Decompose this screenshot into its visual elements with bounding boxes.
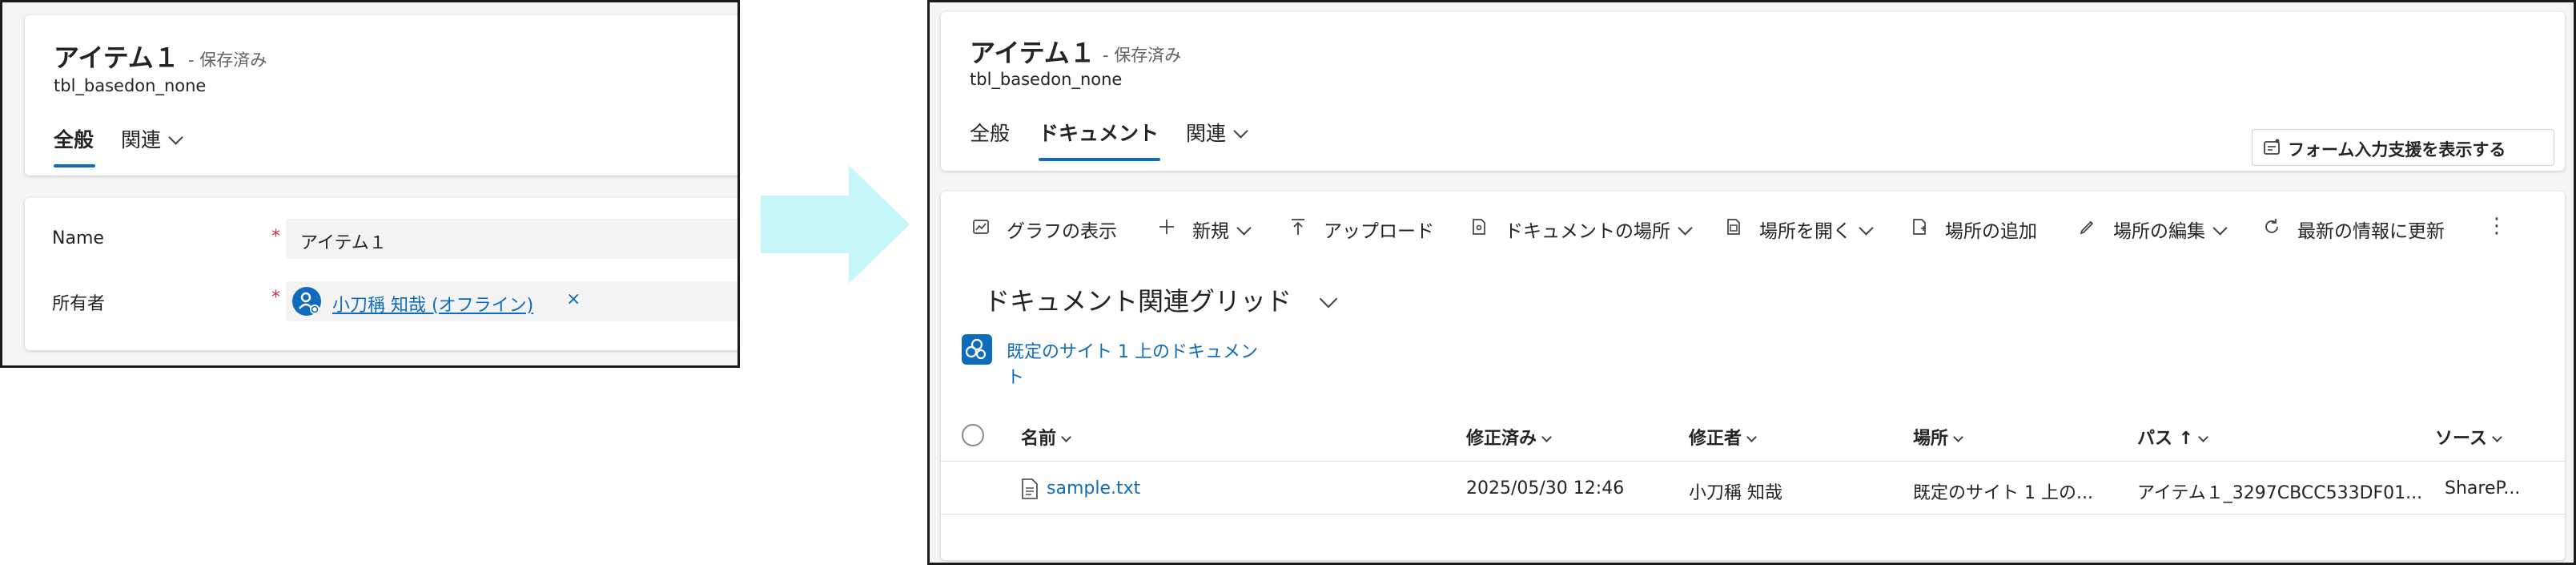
document-location-label: ドキュメントの場所 <box>1505 216 1693 243</box>
owner-link[interactable]: 小刀稱 知哉 (オフライン) <box>332 291 533 317</box>
chevron-down-icon <box>168 130 183 145</box>
cell-location: 既定のサイト 1 上の... <box>1913 483 2093 503</box>
upload-icon <box>1292 219 1304 235</box>
tab-related-label: 関連 <box>1186 122 1227 145</box>
edit-location-text: 場所の編集 <box>2113 221 2205 242</box>
grid-title-bar[interactable]: ドキュメント関連グリッド <box>963 270 2546 320</box>
open-location-text: 場所を開く <box>1759 221 1851 242</box>
entity-name: tbl_basedon_none <box>970 70 1123 89</box>
site-link-line1: 既定のサイト 1 上のドキュメン <box>1007 342 1258 362</box>
tab-documents[interactable]: ドキュメント <box>1039 118 1159 147</box>
form-fields: Name * アイテム１ 所有者 * 小刀稱 知哉 (オフライン) × <box>25 198 737 350</box>
column-modified[interactable]: 修正済み <box>1466 424 1552 450</box>
text-file-icon <box>1022 478 1038 499</box>
column-path-label: パス ↑ <box>2137 429 2194 449</box>
owner-label: 所有者 <box>52 294 106 314</box>
before-form-panel: アイテム１ - 保存済み tbl_basedon_none 全般 関連 Name… <box>0 0 740 368</box>
show-chart-label: グラフの表示 <box>1007 221 1117 242</box>
chevron-down-icon <box>2198 432 2208 442</box>
document-location-icon <box>1473 219 1485 235</box>
chevron-down-icon <box>1061 432 1071 442</box>
tab-selected-indicator <box>54 164 95 167</box>
form-assist-icon <box>2264 139 2280 155</box>
tab-related-label: 関連 <box>121 128 162 151</box>
chevron-down-icon <box>1541 432 1552 442</box>
remove-owner-icon[interactable]: × <box>566 289 581 309</box>
owner-lookup[interactable]: 小刀稱 知哉 (オフライン) × <box>286 281 737 321</box>
add-location-icon <box>1913 219 1926 235</box>
upload-label: アップロード <box>1324 221 1434 242</box>
more-commands-icon[interactable]: ⋮ <box>2486 214 2507 238</box>
tab-general[interactable]: 全般 <box>54 124 94 153</box>
column-modified-by-label: 修正者 <box>1689 429 1742 449</box>
cell-source: ShareP... <box>2445 478 2521 498</box>
site-link-line2: ト <box>1007 368 1025 388</box>
tab-selected-indicator <box>1039 158 1160 161</box>
chevron-down-icon <box>1678 220 1693 236</box>
add-location-label: 場所の追加 <box>1945 221 2037 242</box>
document-location-text: ドキュメントの場所 <box>1505 221 1670 242</box>
column-source[interactable]: ソース <box>2435 424 2502 450</box>
tab-related[interactable]: 関連 <box>1186 118 1248 147</box>
form-assist-label: フォーム入力支援を表示する <box>2288 140 2506 159</box>
new-label-text: 新規 <box>1192 221 1229 242</box>
column-modified-label: 修正済み <box>1466 429 1537 449</box>
form-assist-button[interactable]: フォーム入力支援を表示する <box>2252 129 2554 166</box>
pencil-icon <box>2080 220 2094 235</box>
chevron-down-icon <box>1319 289 1338 309</box>
after-form-panel: アイテム１ - 保存済み tbl_basedon_none 全般 ドキュメント … <box>927 0 2576 565</box>
refresh-icon <box>2265 219 2278 233</box>
chevron-down-icon <box>2492 432 2502 442</box>
required-marker: * <box>271 227 280 247</box>
column-location-label: 場所 <box>1913 429 1949 449</box>
form-header: アイテム１ - 保存済み tbl_basedon_none 全般 ドキュメント … <box>941 12 2565 171</box>
plus-icon <box>1159 220 1174 234</box>
name-input-value: アイテム１ <box>300 233 387 253</box>
save-status: - 保存済み <box>1103 46 1182 65</box>
documents-section: グラフの表示 新規 アップロード ドキュメントの場所 場所を開く 場所の追加 場… <box>941 192 2565 560</box>
cell-modified-by: 小刀稱 知哉 <box>1689 483 1782 503</box>
cell-path: アイテム１_3297CBCC533DF01... <box>2137 483 2423 503</box>
grid-title: ドキュメント関連グリッド <box>984 286 1292 317</box>
entity-name: tbl_basedon_none <box>54 76 207 95</box>
column-name[interactable]: 名前 <box>1021 424 1071 450</box>
chart-icon <box>973 220 989 234</box>
tab-general[interactable]: 全般 <box>970 118 1010 147</box>
chevron-down-icon <box>1859 220 1874 236</box>
chevron-down-icon <box>1746 432 1757 442</box>
open-location-label: 場所を開く <box>1759 216 1874 243</box>
file-name-link[interactable]: sample.txt <box>1047 478 1140 498</box>
sharepoint-icon <box>962 334 992 365</box>
chevron-down-icon <box>1953 432 1963 442</box>
chevron-down-icon <box>1233 123 1248 139</box>
record-title: アイテム１ <box>970 38 1095 68</box>
save-status: - 保存済み <box>188 50 267 70</box>
open-location-icon <box>1727 219 1740 235</box>
name-input[interactable]: アイテム１ <box>286 219 737 259</box>
refresh-label: 最新の情報に更新 <box>2297 221 2445 242</box>
column-location[interactable]: 場所 <box>1913 424 1963 450</box>
name-label: Name <box>52 228 104 248</box>
column-path[interactable]: パス ↑ <box>2137 424 2208 450</box>
tab-related[interactable]: 関連 <box>121 124 183 153</box>
form-header: アイテム１ - 保存済み tbl_basedon_none 全般 関連 <box>25 15 737 176</box>
table-row[interactable]: sample.txt 2025/05/30 12:46 小刀稱 知哉 既定のサイ… <box>941 462 2565 515</box>
new-label: 新規 <box>1192 216 1252 243</box>
grid-header-row: 名前 修正済み 修正者 場所 パス ↑ ソース <box>941 413 2565 462</box>
select-all-checkbox[interactable] <box>962 424 984 446</box>
user-avatar-icon <box>292 287 321 316</box>
record-title: アイテム１ <box>54 42 179 73</box>
edit-location-label: 場所の編集 <box>2113 216 2228 243</box>
chevron-down-icon <box>1236 220 1252 236</box>
required-marker: * <box>271 288 280 308</box>
column-modified-by[interactable]: 修正者 <box>1689 424 1757 450</box>
cell-modified: 2025/05/30 12:46 <box>1466 478 1625 498</box>
right-arrow-icon <box>761 165 910 284</box>
column-name-label: 名前 <box>1021 429 1057 449</box>
column-source-label: ソース <box>2435 429 2487 449</box>
command-bar: グラフの表示 新規 アップロード ドキュメントの場所 場所を開く 場所の追加 場… <box>941 192 2565 260</box>
chevron-down-icon <box>2212 220 2228 236</box>
